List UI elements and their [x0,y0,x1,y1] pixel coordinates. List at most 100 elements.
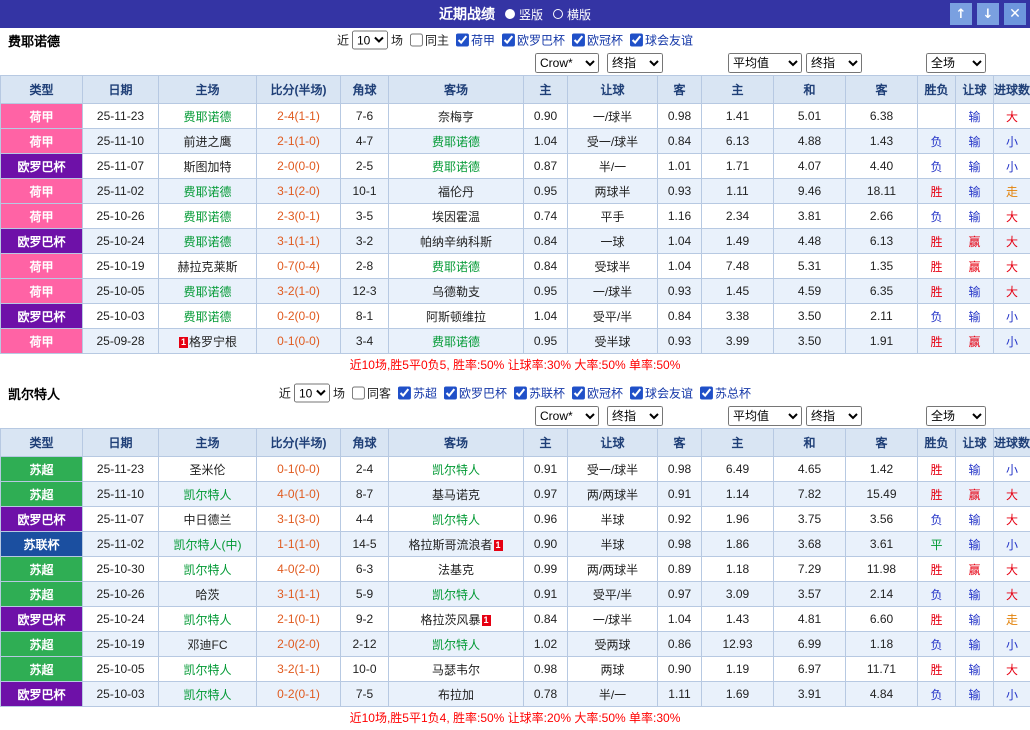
match-count-select[interactable]: 10 [352,31,388,50]
team-name-link[interactable]: 斯图加特 [183,160,231,174]
same-venue-checkbox[interactable] [410,34,423,47]
league-checkbox[interactable] [502,33,515,46]
euro-away-odds: 6.38 [846,104,918,129]
column-header: 和 [774,429,846,457]
match-score: 2-4(1-1) [257,104,341,129]
league-label: 欧罗巴杯 [459,384,507,401]
league-checkbox[interactable] [572,386,585,399]
league-checkbox[interactable] [572,33,585,46]
league-checkbox[interactable] [630,33,643,46]
team-name-link[interactable]: 格拉茨风暴 [420,613,480,627]
team-name-link[interactable]: 奈梅亨 [438,110,474,124]
asia-away-odds: 0.98 [658,532,702,557]
section-header: 费耶诺德 近 10 场 同主 荷甲欧罗巴杯欧冠杯球会友谊 [0,28,1030,52]
away-team: 费耶诺德 [389,254,524,279]
asia-index-type-select[interactable]: 终指 [607,406,663,426]
asia-index-type-select[interactable]: 终指 [607,53,663,73]
goals-result: 小 [994,154,1030,179]
scope-select[interactable]: 全场 [926,53,986,73]
team-name-link[interactable]: 费耶诺德 [183,210,231,224]
team-name-link[interactable]: 费耶诺德 [432,260,480,274]
euro-index-type-select[interactable]: 终指 [806,406,862,426]
layout-horizontal-radio[interactable]: 横版 [553,6,591,23]
team-name-link[interactable]: 凯尔特人 [432,463,480,477]
move-down-button[interactable]: ↓ [977,3,999,25]
bookmaker-select[interactable]: Crow* [535,53,599,73]
team-name-link[interactable]: 费耶诺德 [183,235,231,249]
team-name-link[interactable]: 费耶诺德 [432,160,480,174]
team-name-link[interactable]: 格拉斯哥流浪者 [408,538,492,552]
asia-home-odds: 0.87 [524,154,568,179]
team-name-link[interactable]: 基马诺克 [432,488,480,502]
match-count-select[interactable]: 10 [294,384,330,403]
team-name-link[interactable]: 凯尔特人(中) [174,538,242,552]
asia-away-odds: 0.98 [658,104,702,129]
team-name-link[interactable]: 圣米伦 [189,463,225,477]
team-name-link[interactable]: 福伦丹 [438,185,474,199]
close-button[interactable]: ✕ [1004,3,1026,25]
result-badge: 负 [918,582,956,607]
team-name-link[interactable]: 凯尔特人 [432,588,480,602]
average-select[interactable]: 平均值 [728,53,802,73]
asia-home-odds: 1.04 [524,304,568,329]
same-venue-checkbox[interactable] [352,387,365,400]
team-name-link[interactable]: 中日德兰 [183,513,231,527]
league-checkbox[interactable] [700,386,713,399]
team-name-link[interactable]: 费耶诺德 [183,185,231,199]
euro-index-type-select[interactable]: 终指 [806,53,862,73]
result-badge: 胜 [918,229,956,254]
league-checkbox[interactable] [514,386,527,399]
team-name-link[interactable]: 法基克 [438,563,474,577]
match-row: 苏超25-10-30凯尔特人4-0(2-0)6-3法基克0.99两/两球半0.8… [1,557,1030,582]
asia-away-odds: 1.04 [658,607,702,632]
match-score: 2-0(0-0) [257,154,341,179]
team-name-link[interactable]: 格罗宁根 [189,335,237,349]
team-name-link[interactable]: 赫拉克莱斯 [177,260,237,274]
column-header: 客 [658,429,702,457]
team-name-link[interactable]: 前进之鹰 [183,135,231,149]
corner-count: 2-12 [341,632,389,657]
team-name-link[interactable]: 哈茨 [195,588,219,602]
team-name-link[interactable]: 凯尔特人 [183,563,231,577]
team-name-link[interactable]: 费耶诺德 [432,335,480,349]
euro-away-odds: 3.61 [846,532,918,557]
layout-vertical-radio[interactable]: 竖版 [505,6,543,23]
asia-handicap: 两球 [568,657,658,682]
team-section-celtic: 凯尔特人 近 10 场 同客 苏超欧罗巴杯苏联杯欧冠杯球会友谊苏总杯 Crow*… [0,381,1030,729]
league-checkbox[interactable] [456,33,469,46]
team-name-link[interactable]: 邓迪FC [188,638,228,652]
team-name-link[interactable]: 乌德勒支 [432,285,480,299]
league-checkbox[interactable] [398,386,411,399]
team-name-link[interactable]: 埃因霍温 [432,210,480,224]
move-up-button[interactable]: ↑ [950,3,972,25]
league-checkbox[interactable] [444,386,457,399]
bookmaker-select[interactable]: Crow* [535,406,599,426]
team-name-link[interactable]: 布拉加 [438,688,474,702]
result-badge: 胜 [918,279,956,304]
league-badge: 苏超 [1,557,83,582]
team-name-link[interactable]: 凯尔特人 [183,613,231,627]
team-name-link[interactable]: 凯尔特人 [183,663,231,677]
asia-handicap: 受半球 [568,329,658,354]
home-team: 邓迪FC [159,632,257,657]
team-name-link[interactable]: 阿斯顿维拉 [426,310,486,324]
league-badge: 荷甲 [1,179,83,204]
euro-draw-odds: 3.68 [774,532,846,557]
asia-handicap: 半球 [568,532,658,557]
asia-handicap: 一/球半 [568,104,658,129]
team-name-link[interactable]: 马瑟韦尔 [432,663,480,677]
team-name-link[interactable]: 凯尔特人 [432,513,480,527]
team-name-link[interactable]: 费耶诺德 [183,285,231,299]
team-name-link[interactable]: 费耶诺德 [183,310,231,324]
average-select[interactable]: 平均值 [728,406,802,426]
team-name-link[interactable]: 费耶诺德 [183,110,231,124]
team-name-link[interactable]: 凯尔特人 [432,638,480,652]
team-name-link[interactable]: 费耶诺德 [432,135,480,149]
scope-select[interactable]: 全场 [926,406,986,426]
team-name-link[interactable]: 凯尔特人 [183,488,231,502]
league-badge: 苏超 [1,657,83,682]
league-checkbox[interactable] [630,386,643,399]
league-badge: 欧罗巴杯 [1,607,83,632]
team-name-link[interactable]: 帕纳辛纳科斯 [420,235,492,249]
team-name-link[interactable]: 凯尔特人 [183,688,231,702]
